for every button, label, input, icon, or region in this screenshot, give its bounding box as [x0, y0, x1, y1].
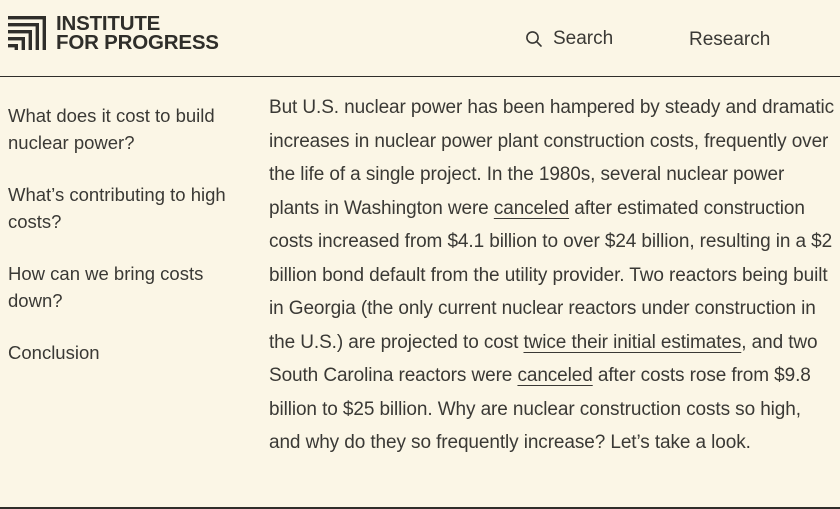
article-paragraph: But U.S. nuclear power has been hampered… — [269, 91, 835, 460]
toc-item-conclusion[interactable]: Conclusion — [8, 339, 228, 366]
table-of-contents: What does it cost to build nuclear power… — [8, 102, 228, 391]
link-twice-initial-estimates[interactable]: twice their initial estimates — [523, 332, 741, 353]
bar-chart-logo-icon — [8, 16, 46, 50]
article-text-2: after estimated construction costs incre… — [269, 197, 833, 353]
nav-research-link[interactable]: Research — [689, 29, 770, 51]
link-canceled-washington[interactable]: canceled — [494, 198, 569, 219]
logo-wordmark: INSTITUTE FOR PROGRESS — [56, 13, 219, 54]
page: INSTITUTE FOR PROGRESS Search Research W… — [0, 0, 840, 509]
search-icon — [526, 31, 542, 47]
link-canceled-south-carolina[interactable]: canceled — [517, 365, 592, 386]
search-button[interactable]: Search — [525, 28, 613, 50]
site-logo[interactable]: INSTITUTE FOR PROGRESS — [8, 13, 219, 54]
search-label: Search — [553, 28, 614, 49]
toc-item-contributing[interactable]: What’s contributing to high costs? — [8, 181, 228, 235]
toc-item-bring-costs-down[interactable]: How can we bring costs down? — [8, 260, 228, 314]
toc-item-cost[interactable]: What does it cost to build nuclear power… — [8, 102, 228, 156]
site-header: INSTITUTE FOR PROGRESS Search Research — [0, 0, 840, 77]
logo-line-2: FOR PROGRESS — [56, 31, 219, 54]
